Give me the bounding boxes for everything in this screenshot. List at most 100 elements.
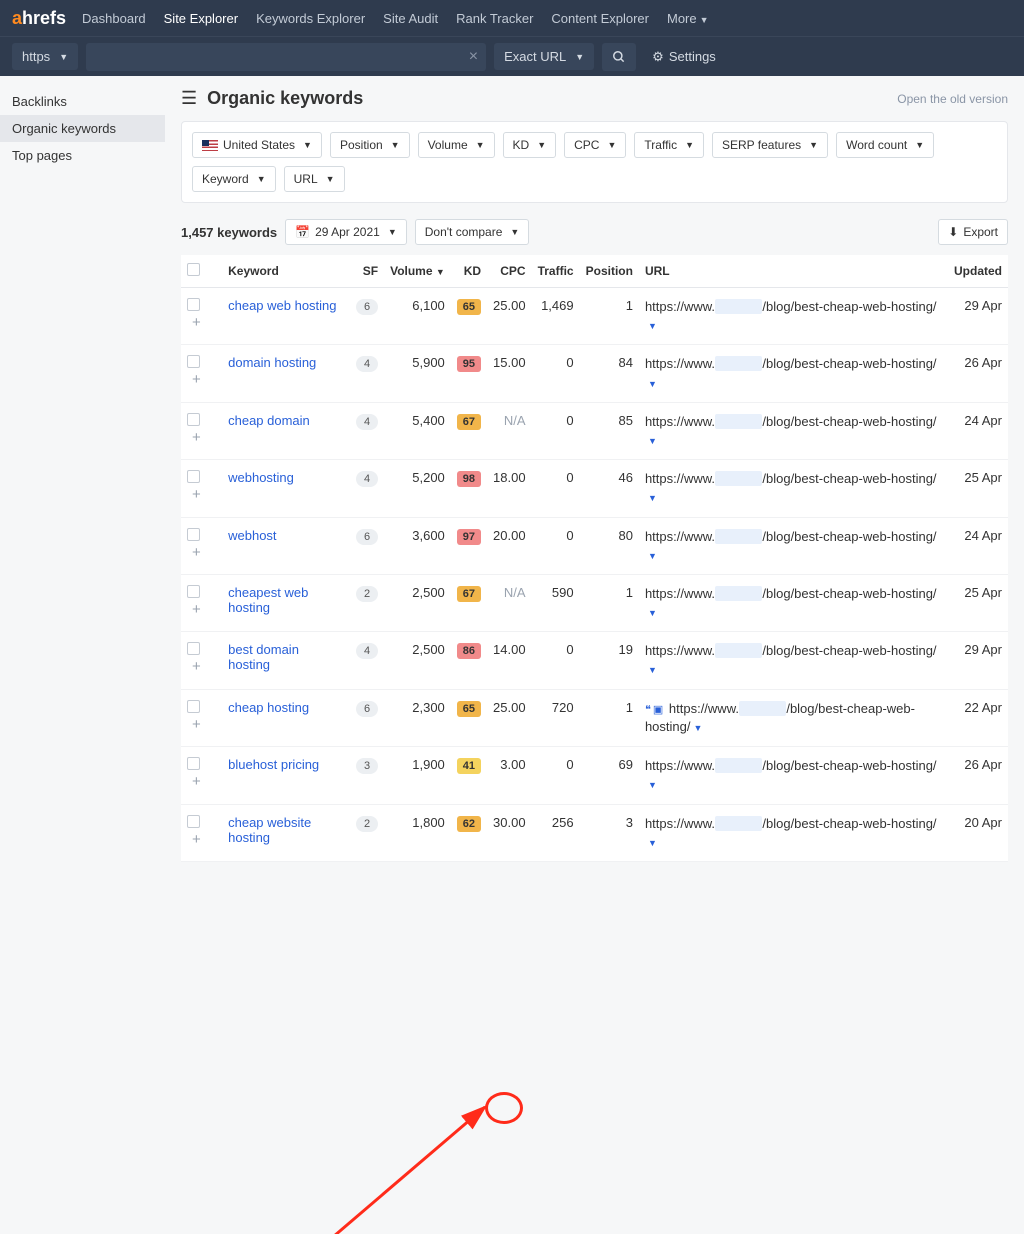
cell-url[interactable]: https://www. /blog/best-cheap-web-hostin… <box>639 345 948 402</box>
filter-traffic[interactable]: Traffic▼ <box>634 132 704 158</box>
menu-icon[interactable]: ☰ <box>181 88 197 109</box>
export-button[interactable]: ⬇ Export <box>938 219 1008 245</box>
filter-word-count[interactable]: Word count▼ <box>836 132 934 158</box>
cell-url[interactable]: https://www. /blog/best-cheap-web-hostin… <box>639 402 948 459</box>
nav-item-rank-tracker[interactable]: Rank Tracker <box>456 11 533 26</box>
cell-url[interactable]: https://www. /blog/best-cheap-web-hostin… <box>639 747 948 804</box>
col-position[interactable]: Position <box>580 255 639 288</box>
old-version-link[interactable]: Open the old version <box>897 92 1008 106</box>
col-sf[interactable]: SF <box>350 255 384 288</box>
chevron-down-icon: ▼ <box>326 174 335 184</box>
cell-url[interactable]: https://www. /blog/best-cheap-web-hostin… <box>639 574 948 631</box>
filter-kd[interactable]: KD▼ <box>503 132 557 158</box>
nav-item-more[interactable]: More▼ <box>667 11 709 26</box>
filter-volume[interactable]: Volume▼ <box>418 132 495 158</box>
col-url[interactable]: URL <box>639 255 948 288</box>
protocol-select[interactable]: https▼ <box>12 43 78 70</box>
cell-url[interactable]: https://www. /blog/best-cheap-web-hostin… <box>639 460 948 517</box>
chevron-down-icon[interactable]: ▼ <box>648 665 657 675</box>
sidebar-item-backlinks[interactable]: Backlinks <box>0 88 165 115</box>
cell-volume: 5,900 <box>384 345 451 402</box>
filter-position[interactable]: Position▼ <box>330 132 410 158</box>
cell-url[interactable]: https://www. /blog/best-cheap-web-hostin… <box>639 632 948 689</box>
keyword-link[interactable]: cheap web hosting <box>228 298 336 313</box>
nav-item-keywords-explorer[interactable]: Keywords Explorer <box>256 11 365 26</box>
expand-row-icon[interactable]: + <box>192 716 201 733</box>
cell-url[interactable]: https://www. /blog/best-cheap-web-hostin… <box>639 517 948 574</box>
col-kd[interactable]: KD <box>451 255 487 288</box>
filter-keyword[interactable]: Keyword▼ <box>192 166 276 192</box>
row-checkbox[interactable] <box>187 642 200 655</box>
row-checkbox[interactable] <box>187 298 200 311</box>
sidebar: BacklinksOrganic keywordsTop pages <box>0 76 165 874</box>
filter-united-states[interactable]: United States▼ <box>192 132 322 158</box>
row-checkbox[interactable] <box>187 815 200 828</box>
expand-row-icon[interactable]: + <box>192 658 201 675</box>
chevron-down-icon[interactable]: ▼ <box>648 838 657 848</box>
row-checkbox[interactable] <box>187 757 200 770</box>
expand-row-icon[interactable]: + <box>192 314 201 331</box>
col-select[interactable] <box>181 255 222 288</box>
url-input[interactable]: × <box>86 43 486 71</box>
keyword-link[interactable]: best domain hosting <box>228 642 299 672</box>
page-title: Organic keywords <box>207 88 363 109</box>
chevron-down-icon[interactable]: ▼ <box>648 780 657 790</box>
expand-row-icon[interactable]: + <box>192 544 201 561</box>
expand-row-icon[interactable]: + <box>192 773 201 790</box>
row-checkbox[interactable] <box>187 413 200 426</box>
expand-row-icon[interactable]: + <box>192 371 201 388</box>
clear-icon[interactable]: × <box>469 48 478 66</box>
filter-serp-features[interactable]: SERP features▼ <box>712 132 828 158</box>
nav-item-site-audit[interactable]: Site Audit <box>383 11 438 26</box>
sf-badge: 6 <box>356 701 378 717</box>
table-row: +cheap hosting62,3006525.007201❝▣ https:… <box>181 689 1008 747</box>
expand-row-icon[interactable]: + <box>192 429 201 446</box>
sidebar-item-organic-keywords[interactable]: Organic keywords <box>0 115 165 142</box>
keyword-link[interactable]: cheap website hosting <box>228 815 311 845</box>
date-picker[interactable]: 📅 29 Apr 2021 ▼ <box>285 219 407 245</box>
chevron-down-icon[interactable]: ▼ <box>648 321 657 331</box>
keyword-link[interactable]: bluehost pricing <box>228 757 319 772</box>
chevron-down-icon[interactable]: ▼ <box>694 723 703 733</box>
settings-link[interactable]: ⚙ Settings <box>652 49 716 65</box>
match-mode-select[interactable]: Exact URL▼ <box>494 43 594 70</box>
expand-row-icon[interactable]: + <box>192 486 201 503</box>
select-all-checkbox[interactable] <box>187 263 200 276</box>
compare-select[interactable]: Don't compare ▼ <box>415 219 530 245</box>
search-button[interactable] <box>602 43 636 71</box>
table-row: +cheap domain45,40067N/A085https://www. … <box>181 402 1008 459</box>
keyword-link[interactable]: cheap hosting <box>228 700 309 715</box>
row-checkbox[interactable] <box>187 700 200 713</box>
expand-row-icon[interactable]: + <box>192 831 201 848</box>
nav-item-site-explorer[interactable]: Site Explorer <box>164 11 238 26</box>
row-checkbox[interactable] <box>187 355 200 368</box>
col-updated[interactable]: Updated <box>948 255 1008 288</box>
col-volume[interactable]: Volume ▼ <box>384 255 451 288</box>
cell-url[interactable]: https://www. /blog/best-cheap-web-hostin… <box>639 804 948 861</box>
filter-url[interactable]: URL▼ <box>284 166 345 192</box>
chevron-down-icon[interactable]: ▼ <box>648 551 657 561</box>
cell-url[interactable]: https://www. /blog/best-cheap-web-hostin… <box>639 288 948 345</box>
expand-row-icon[interactable]: + <box>192 601 201 618</box>
keyword-link[interactable]: cheapest web hosting <box>228 585 308 615</box>
kd-badge: 65 <box>457 701 481 717</box>
keyword-link[interactable]: domain hosting <box>228 355 316 370</box>
nav-item-content-explorer[interactable]: Content Explorer <box>551 11 649 26</box>
logo[interactable]: ahrefs <box>12 8 66 29</box>
row-checkbox[interactable] <box>187 470 200 483</box>
row-checkbox[interactable] <box>187 585 200 598</box>
chevron-down-icon[interactable]: ▼ <box>648 493 657 503</box>
col-cpc[interactable]: CPC <box>487 255 532 288</box>
keyword-link[interactable]: webhosting <box>228 470 294 485</box>
filter-cpc[interactable]: CPC▼ <box>564 132 626 158</box>
chevron-down-icon[interactable]: ▼ <box>648 379 657 389</box>
keyword-link[interactable]: webhost <box>228 528 276 543</box>
nav-item-dashboard[interactable]: Dashboard <box>82 11 146 26</box>
cell-url[interactable]: ❝▣ https://www. /blog/best-cheap-web-hos… <box>639 689 948 747</box>
col-keyword[interactable]: Keyword <box>222 255 350 288</box>
row-checkbox[interactable] <box>187 528 200 541</box>
keyword-link[interactable]: cheap domain <box>228 413 310 428</box>
chevron-down-icon[interactable]: ▼ <box>648 436 657 446</box>
sidebar-item-top-pages[interactable]: Top pages <box>0 142 165 169</box>
col-traffic[interactable]: Traffic <box>532 255 580 288</box>
